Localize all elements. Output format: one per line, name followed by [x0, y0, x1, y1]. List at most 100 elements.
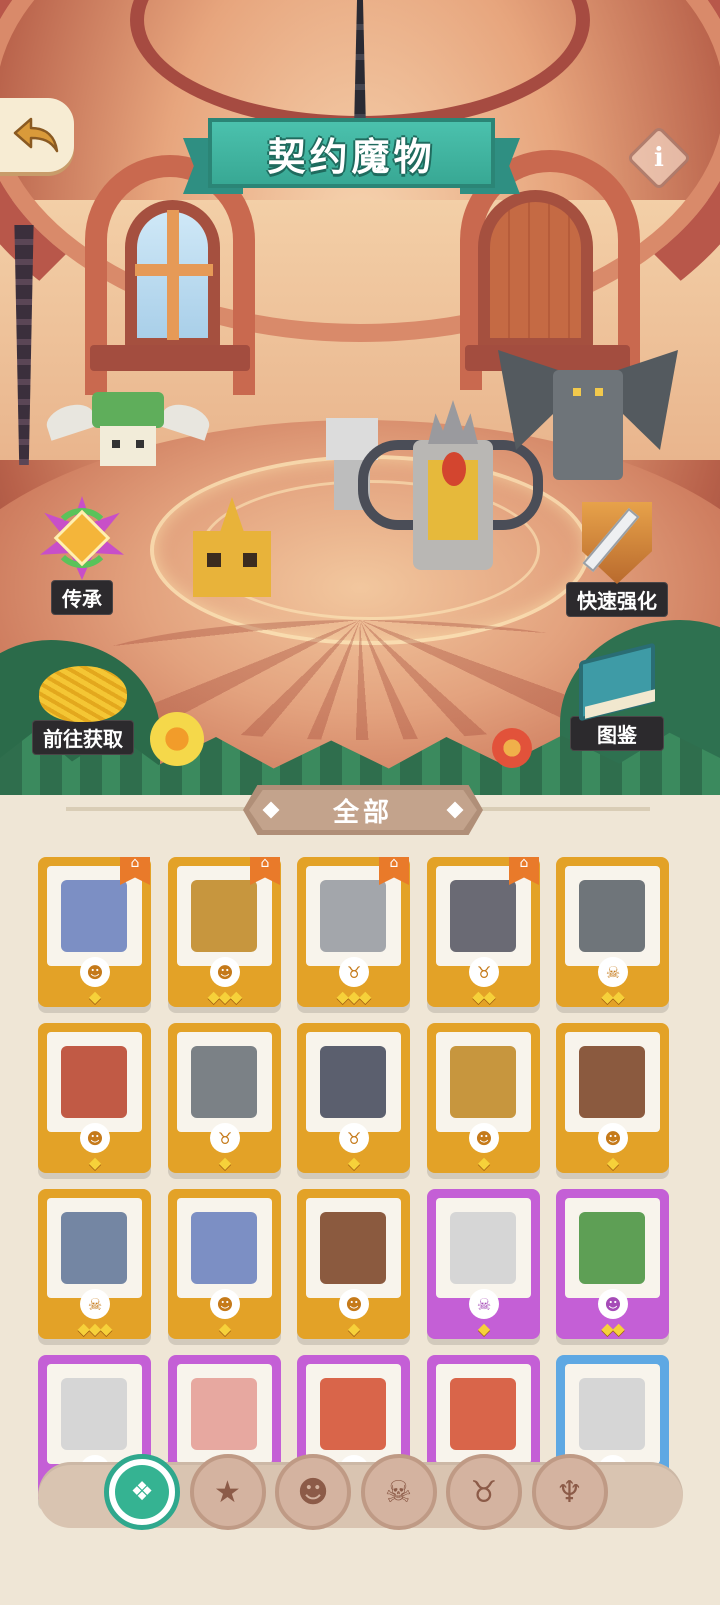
star-rating: ◆ [347, 1153, 360, 1172]
monster-thumbnail [191, 1046, 257, 1118]
monster-portrait [306, 1198, 401, 1298]
tab-horned[interactable]: ♉ [446, 1454, 522, 1530]
monster-thumbnail [191, 1212, 257, 1284]
monster-thumbnail [191, 880, 257, 952]
yellow-flower [150, 712, 204, 766]
monster-portrait [177, 1032, 272, 1132]
monster-portrait [177, 1198, 272, 1298]
info-icon: i [654, 143, 664, 173]
monster-card-green-goblin[interactable]: ☻ ◆◆ [556, 1189, 669, 1339]
monster-portrait [436, 1364, 531, 1464]
star-rating: ◆ [477, 1319, 490, 1338]
skull-flame-icon: ☠ [598, 957, 628, 987]
monster-thumbnail [320, 1378, 386, 1450]
monster-card-war-mammoth[interactable]: ♉ ◆ [297, 1023, 410, 1173]
monster-thumbnail [191, 1378, 257, 1450]
wooden-door [478, 190, 593, 350]
monster-portrait [177, 1364, 272, 1464]
monster-card-armored-king[interactable]: ♉ ◆◆◆ ⌂ [297, 857, 410, 1007]
monster-thumbnail [450, 1378, 516, 1450]
monster-portrait [436, 1032, 531, 1132]
monster-thumbnail [320, 1046, 386, 1118]
monster-card-three-headed-hound[interactable]: ♉ ◆◆ ⌂ [427, 857, 540, 1007]
goblin-face-icon: ☻ [469, 1123, 499, 1153]
star-rating: ◆ [477, 1153, 490, 1172]
monster-portrait [565, 1198, 660, 1298]
gargoyle-monster[interactable] [498, 350, 678, 490]
monster-card-steel-knight[interactable]: ☠ ◆◆◆ [38, 1189, 151, 1339]
star-rating: ◆ [218, 1319, 231, 1338]
book-icon [573, 642, 661, 722]
monster-portrait [436, 1198, 531, 1298]
skull-flame-icon: ☠ [469, 1289, 499, 1319]
goblin-face-icon: ☻ [210, 1289, 240, 1319]
monster-card-stone-golem[interactable]: ♉ ◆ [168, 1023, 281, 1173]
monster-thumbnail [320, 880, 386, 952]
nest-icon [35, 656, 131, 726]
tab-star[interactable]: ★ [189, 1454, 266, 1530]
monster-thumbnail [61, 1212, 127, 1284]
monster-card-skeleton[interactable]: ☠ ◆ [427, 1189, 540, 1339]
monster-card-boar-cube-2[interactable]: ☻ ◆ [297, 1189, 410, 1339]
arched-window [125, 200, 220, 350]
monster-thumbnail [61, 880, 127, 952]
monster-portrait [565, 866, 660, 966]
star-rating: ◆ [88, 1153, 101, 1172]
star-rating: ◆ [347, 1319, 360, 1338]
app-root: 契约魔物 i 传承 快速强化 前往获取 图鉴 全部 ☻ ◆ ⌂ ☻ ◆◆◆ ⌂ … [0, 0, 720, 1605]
red-flower [492, 728, 532, 768]
monster-card-golden-minotaur[interactable]: ☻ ◆◆◆ ⌂ [168, 857, 281, 1007]
filter-label: 全部 [332, 797, 393, 828]
monster-portrait [47, 1198, 142, 1298]
monster-thumbnail [61, 1378, 127, 1450]
horned-face-icon: ♉ [469, 957, 499, 987]
quick-enhance-button[interactable]: 快速强化 [566, 498, 668, 617]
inherit-emblem-icon [34, 490, 130, 586]
horned-face-icon: ♉ [339, 1123, 369, 1153]
tab-demon[interactable]: ♆ [531, 1454, 608, 1530]
monster-thumbnail [450, 880, 516, 952]
monster-card-blue-werewolf[interactable]: ☻ ◆ ⌂ [38, 857, 151, 1007]
yellow-block-monster[interactable] [193, 497, 271, 597]
inherit-button[interactable]: 传承 [34, 490, 130, 615]
title-banner: 契约魔物 [183, 118, 520, 200]
monster-thumbnail [579, 1378, 645, 1450]
back-button[interactable] [0, 98, 74, 172]
go-obtain-button[interactable]: 前往获取 [32, 656, 134, 755]
star-rating: ◆◆◆ [207, 987, 243, 1006]
goblin-face-icon: ☻ [80, 957, 110, 987]
sword-shield-icon [576, 498, 658, 588]
star-rating: ◆◆ [601, 987, 625, 1006]
left-sill [90, 345, 250, 371]
goblin-face-icon: ☻ [339, 1289, 369, 1319]
lair-scene: 契约魔物 i 传承 快速强化 前往获取 图鉴 [0, 0, 720, 795]
monster-card-red-dragon[interactable]: ☻ ◆ [38, 1023, 151, 1173]
filter-bar: 全部 [0, 783, 720, 839]
goblin-face-icon: ☻ [80, 1123, 110, 1153]
codex-button[interactable]: 图鉴 [570, 642, 664, 751]
page-title: 契约魔物 [267, 134, 436, 179]
monster-portrait [306, 1364, 401, 1464]
demon-face-icon: ♆ [556, 1474, 583, 1510]
star-rating: ◆◆ [472, 987, 496, 1006]
tab-goblin[interactable]: ☻ [275, 1454, 351, 1530]
flying-mushroom-monster[interactable] [42, 392, 214, 466]
monster-thumbnail [579, 880, 645, 952]
horned-face-icon: ♉ [339, 957, 369, 987]
star-rating: ◆◆◆ [336, 987, 372, 1006]
tab-all[interactable]: ❖ [104, 1454, 180, 1530]
monster-card-blue-werewolf-2[interactable]: ☻ ◆ [168, 1189, 281, 1339]
monster-thumbnail [61, 1046, 127, 1118]
star-rating: ◆ [88, 987, 101, 1006]
monster-grid: ☻ ◆ ⌂ ☻ ◆◆◆ ⌂ ♉ ◆◆◆ ⌂ ♉ ◆◆ ⌂ ☠ ◆◆ ☻ ◆ ♉ ◆ ♉ ◆ ☻ ◆ ☻ ◆ ☠ ◆◆◆ ☻ ◆ ☻ ◆ ☠ ◆… [38, 857, 688, 1527]
monster-card-stone-gargoyle[interactable]: ☠ ◆◆ [556, 857, 669, 1007]
four-gems-icon: ❖ [115, 1465, 169, 1519]
monster-card-boar-cube[interactable]: ☻ ◆ [556, 1023, 669, 1173]
star-rating: ◆ [606, 1153, 619, 1172]
star-egg-icon: ★ [214, 1474, 241, 1510]
monster-portrait [565, 1032, 660, 1132]
monster-card-golden-minotaur-2[interactable]: ☻ ◆ [427, 1023, 540, 1173]
monster-thumbnail [450, 1212, 516, 1284]
filter-all-button[interactable]: 全部 [243, 785, 483, 835]
tab-skull[interactable]: ☠ [360, 1454, 437, 1530]
